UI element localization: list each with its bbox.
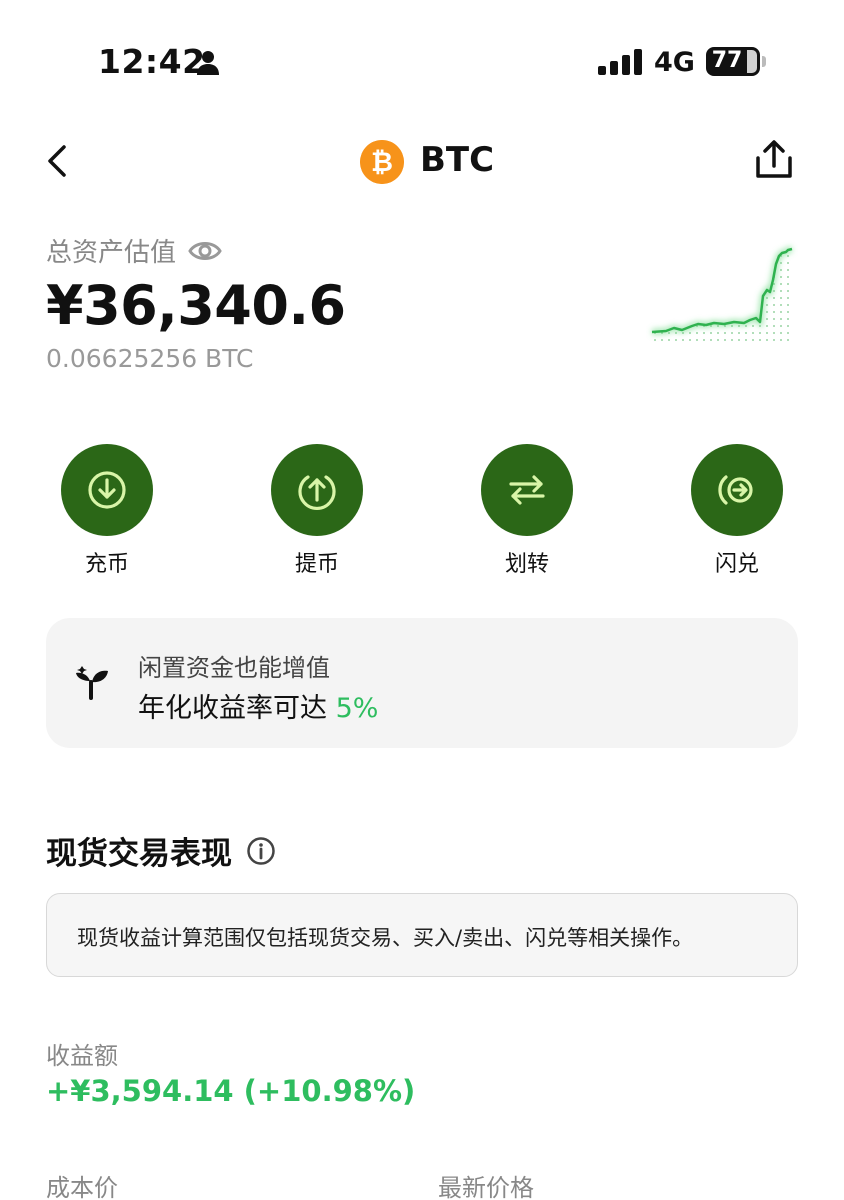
deposit-circle[interactable] <box>61 444 153 536</box>
spot-note-text: 现货收益计算范围仅包括现货交易、买入/卖出、闪兑等相关操作。 <box>77 926 694 950</box>
convert-label: 闪兑 <box>714 552 759 577</box>
spot-performance-header: 现货交易表现 <box>46 828 276 873</box>
withdraw-circle[interactable] <box>271 444 363 536</box>
earn-rate: 5% <box>335 693 379 724</box>
withdraw-button[interactable]: 提币 <box>251 444 383 578</box>
network-label: 4G <box>654 47 695 78</box>
transfer-circle[interactable] <box>481 444 573 536</box>
info-icon[interactable] <box>246 836 276 866</box>
deposit-button[interactable]: 充币 <box>41 444 173 578</box>
page-title: BTC <box>420 140 495 180</box>
convert-circle[interactable] <box>691 444 783 536</box>
signal-icon <box>598 49 642 75</box>
earn-line-prefix: 年化收益率可达 <box>138 693 327 724</box>
person-icon <box>197 51 219 75</box>
withdraw-icon <box>298 475 336 511</box>
share-icon[interactable] <box>752 138 796 182</box>
total-assets-value: ¥36,340.6 <box>46 274 346 337</box>
sprout-icon <box>76 666 108 700</box>
btc-logo-icon: ₿ <box>360 140 404 184</box>
transfer-label: 划转 <box>504 552 549 577</box>
transfer-icon <box>509 475 545 505</box>
back-arrow-icon[interactable] <box>44 143 72 179</box>
earn-banner[interactable]: 闲置资金也能增值 年化收益率可达 5% <box>46 618 798 748</box>
price-sparkline[interactable] <box>646 240 798 352</box>
btc-amount: 0.06625256 BTC <box>46 344 254 373</box>
svg-text:₿: ₿ <box>371 147 393 178</box>
total-assets-label: 总资产估值 <box>46 238 177 268</box>
earn-title: 闲置资金也能增值 <box>138 654 330 682</box>
latest-price-label: 最新价格 <box>438 1174 534 1200</box>
convert-icon <box>718 475 753 505</box>
deposit-icon <box>88 471 126 509</box>
withdraw-label: 提币 <box>294 552 339 577</box>
transfer-button[interactable]: 划转 <box>461 444 593 578</box>
cost-price-label: 成本价 <box>46 1174 118 1200</box>
section-title: 现货交易表现 <box>46 836 232 872</box>
earn-line: 年化收益率可达 5% <box>138 686 378 725</box>
asset-label-row: 总资产估值 <box>46 232 222 269</box>
convert-button[interactable]: 闪兑 <box>671 444 803 578</box>
battery-icon: 77 <box>706 47 760 76</box>
deposit-label: 充币 <box>84 552 129 577</box>
battery-level: 77 <box>711 48 743 73</box>
spot-note-card: 现货收益计算范围仅包括现货交易、买入/卖出、闪兑等相关操作。 <box>46 893 798 977</box>
status-time: 12:42 <box>98 42 206 81</box>
pnl-value: +¥3,594.14 (+10.98%) <box>46 1074 416 1108</box>
pnl-label: 收益额 <box>46 1042 118 1070</box>
battery-cap <box>762 56 766 67</box>
eye-icon[interactable] <box>188 238 222 264</box>
